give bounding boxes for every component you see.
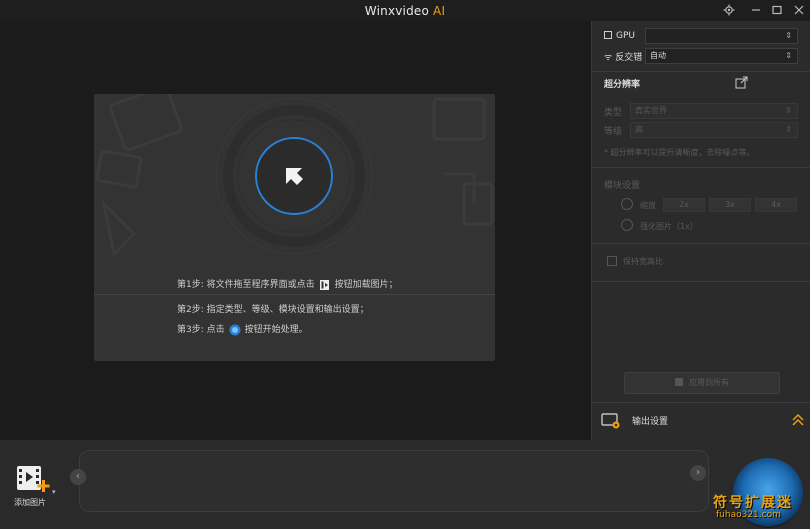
level-select-value: 高 <box>635 125 643 134</box>
watermark-text: 符号扩展迷 <box>713 495 793 511</box>
apply-to-all-label: 应用到所有 <box>689 378 729 387</box>
settings-gear-icon[interactable] <box>720 2 738 18</box>
gpu-select[interactable]: ⇕ <box>645 28 798 44</box>
type-select-value: 真实世界 <box>635 106 667 115</box>
run-inline-icon <box>229 324 241 336</box>
gpu-label: GPU <box>616 31 635 41</box>
gpu-icon <box>604 31 612 39</box>
scale-2x-button[interactable]: 2x <box>663 198 705 212</box>
deinterlace-row: ᯤ 反交错 <box>604 50 642 63</box>
drop-zone-divider <box>94 294 495 295</box>
type-label: 类型 <box>604 108 623 118</box>
close-icon[interactable] <box>790 2 808 18</box>
scale-3x-button[interactable]: 3x <box>709 198 751 212</box>
separator <box>592 243 810 244</box>
deinterlace-select-value: 自动 <box>650 51 666 60</box>
scale-label: 缩放 <box>640 201 656 210</box>
output-settings-label: 输出设置 <box>632 417 669 427</box>
add-image-label: 添加图片 <box>14 498 46 507</box>
drop-zone-decoration <box>95 94 494 258</box>
separator <box>592 281 810 282</box>
output-settings-bar[interactable]: 输出设置 <box>592 402 810 440</box>
scale-4x-button[interactable]: 4x <box>755 198 797 212</box>
output-settings-icon <box>601 412 621 430</box>
apply-to-all-button[interactable]: 应用到所有 <box>624 372 780 394</box>
step-1-text: 第1步: 将文件拖至程序界面或点击 按钮加载图片； <box>177 277 398 291</box>
chevron-updown-icon: ⇕ <box>785 31 792 40</box>
watermark-url: fuhao321.com <box>716 510 781 520</box>
step-2-text: 第2步: 指定类型、等级、模块设置和输出设置； <box>177 305 369 315</box>
maximize-icon[interactable] <box>768 2 786 18</box>
keep-aspect-label: 保持宽高比 <box>623 257 663 266</box>
scroll-left-icon[interactable]: ‹ <box>70 469 86 485</box>
deinterlace-icon: ᯤ <box>604 53 613 63</box>
collapse-up-icon[interactable] <box>792 413 804 427</box>
app-title-ai: AI <box>433 4 446 18</box>
app-title-text: Winxvideo <box>364 4 430 18</box>
scale-radio[interactable] <box>621 198 633 210</box>
chevron-updown-icon: ⇕ <box>785 51 792 60</box>
expand-icon[interactable] <box>735 76 748 89</box>
chevron-updown-icon: ⇕ <box>785 106 792 115</box>
step-3-after: 按钮开始处理。 <box>244 325 308 335</box>
step-1-before: 第1步: 将文件拖至程序界面或点击 <box>177 280 315 290</box>
step-1-after: 按钮加载图片； <box>334 280 398 290</box>
super-resolution-heading: 超分辨率 <box>604 80 641 90</box>
title-bar: Winxvideo AI <box>0 0 810 21</box>
super-resolution-note: * 超分辨率可以提升清晰度，去除噪点等。 <box>604 148 755 157</box>
deinterlace-select[interactable]: 自动 ⇕ <box>645 48 798 64</box>
keep-aspect-checkbox[interactable] <box>607 256 617 266</box>
app-title: Winxvideo AI <box>0 4 810 18</box>
chevron-updown-icon: ⇕ <box>785 125 792 134</box>
type-select[interactable]: 真实世界 ⇕ <box>630 103 798 119</box>
scroll-right-icon[interactable]: › <box>690 465 706 481</box>
apply-icon <box>675 378 683 386</box>
separator <box>592 167 810 168</box>
module-settings-heading: 模块设置 <box>604 181 641 191</box>
bottom-bar: ▾ 添加图片 ‹ › 符号扩展迷 fuhao321.com <box>0 440 810 529</box>
drop-zone[interactable]: 第1步: 将文件拖至程序界面或点击 按钮加载图片； 第2步: 指定类型、等级、模块… <box>94 94 495 361</box>
gpu-row: GPU <box>604 31 635 41</box>
minimize-icon[interactable] <box>747 2 765 18</box>
upload-arrow-icon[interactable] <box>282 164 306 188</box>
settings-panel: GPU ⇕ ᯤ 反交错 自动 ⇕ 超分辨率 类型 真实世界 ⇕ 等级 高 ⇕ * 超分辨… <box>591 21 810 440</box>
level-label: 等级 <box>604 127 623 137</box>
separator <box>592 71 810 72</box>
optimize-label: 强化图片（1x） <box>640 222 698 231</box>
deinterlace-label: 反交错 <box>615 53 643 63</box>
add-video-inline-icon <box>319 279 331 291</box>
level-select[interactable]: 高 ⇕ <box>630 122 798 138</box>
add-video-icon <box>16 464 50 494</box>
preview-area[interactable]: 第1步: 将文件拖至程序界面或点击 按钮加载图片； 第2步: 指定类型、等级、模块… <box>0 21 591 440</box>
thumbnail-strip[interactable] <box>79 450 709 512</box>
step-3-text: 第3步: 点击 按钮开始处理。 <box>177 322 308 336</box>
optimize-radio[interactable] <box>621 219 633 231</box>
dropdown-arrow-icon[interactable]: ▾ <box>52 488 56 496</box>
step-3-before: 第3步: 点击 <box>177 325 225 335</box>
